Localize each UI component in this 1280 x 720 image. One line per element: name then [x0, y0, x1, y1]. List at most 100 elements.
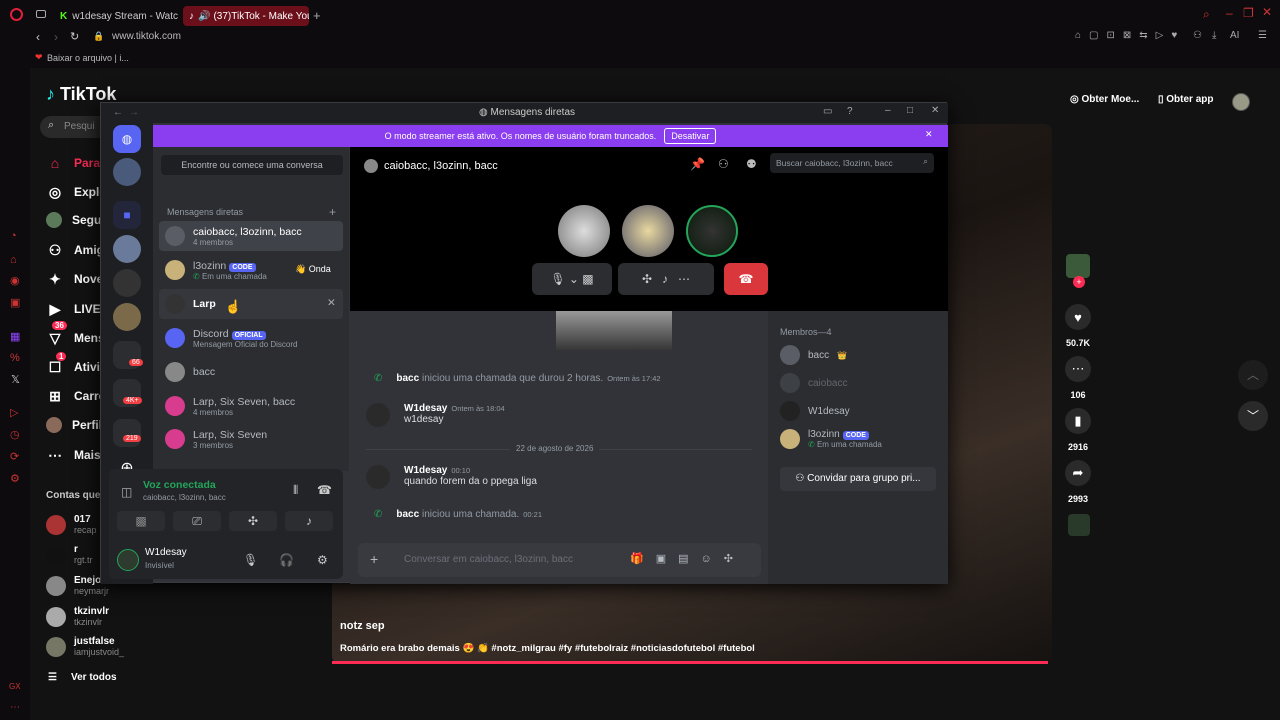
close-dm-icon[interactable]: ✕	[327, 297, 336, 309]
guild-folder[interactable]	[113, 419, 141, 447]
menu-icon[interactable]: ☰	[1258, 30, 1267, 41]
account-item[interactable]: justfalse iamjustvoid_	[46, 636, 124, 658]
folder-icon[interactable]: ■	[113, 201, 141, 229]
participant-avatar[interactable]	[558, 205, 610, 257]
camera-button[interactable]: ▩	[117, 511, 165, 531]
video-author[interactable]: notz sep	[340, 620, 385, 632]
opera-logo-icon[interactable]	[10, 8, 23, 21]
dm-item[interactable]: Discord OFICIAL Mensagem Oficial do Discor…	[159, 323, 343, 353]
scroll-down-button[interactable]: ﹀	[1238, 401, 1268, 431]
tab-stream[interactable]: K w1desay Stream - Watch L	[54, 6, 178, 26]
dm-item[interactable]: Larp ✕	[159, 289, 343, 319]
message-author[interactable]: W1desay	[404, 403, 447, 414]
gx-icon[interactable]: GX	[9, 682, 21, 691]
avatar[interactable]	[366, 403, 390, 427]
download-icon[interactable]: ⤓	[1212, 30, 1216, 41]
close-icon[interactable]: ✕	[931, 105, 939, 116]
minimize-icon[interactable]: –	[885, 105, 891, 116]
nav-explore[interactable]: ◎ Explo	[46, 183, 107, 201]
share-button[interactable]: ➦	[1065, 460, 1091, 486]
get-app-button[interactable]: ▯ Obter app	[1158, 94, 1214, 112]
mic-icon[interactable]: 🎙	[243, 553, 258, 567]
sidebar-icon-1[interactable]: ◔	[10, 230, 17, 242]
back-icon[interactable]: ‹	[36, 30, 40, 44]
voice-channel[interactable]: caiobacc, l3ozinn, bacc	[143, 493, 226, 502]
video-progress[interactable]	[332, 661, 1048, 664]
search-tabs-icon[interactable]: ⌕	[1203, 7, 1210, 22]
x-icon[interactable]: 𝕏	[11, 373, 20, 386]
message-author[interactable]: W1desay	[404, 465, 447, 476]
screen-share-button[interactable]: ⎚	[173, 511, 221, 531]
guild-icon[interactable]	[113, 235, 141, 263]
nav-for-you[interactable]: ⌂ Para	[46, 154, 100, 172]
like-button[interactable]: ♥	[1065, 304, 1091, 330]
sidebar-icon-2[interactable]: ⌂	[10, 254, 17, 266]
more-sidebar-icon[interactable]: ⋯	[10, 702, 20, 713]
member-item[interactable]: bacc 👑	[780, 345, 847, 365]
wave-button[interactable]: 👋 Onda	[287, 261, 339, 278]
tab-tiktok[interactable]: ♪ 🔊 (37)TikTok - Make Your	[183, 6, 309, 26]
sidebar-icon-3[interactable]: ◉	[10, 274, 20, 287]
pin-icon[interactable]: 📌	[690, 157, 705, 171]
image-attachment[interactable]	[556, 311, 672, 351]
invite-button[interactable]: ⚇ Convidar para grupo pri...	[780, 467, 936, 491]
guild-icon[interactable]	[113, 269, 141, 297]
close-window-icon[interactable]: ✕	[1262, 5, 1272, 19]
sidebar-icon-4[interactable]: ▣	[10, 296, 20, 309]
close-banner-icon[interactable]: ✕	[925, 129, 933, 140]
ai-icon[interactable]: AI	[1230, 30, 1239, 41]
guild-icon[interactable]	[113, 303, 141, 331]
help-icon[interactable]: ?	[847, 106, 853, 117]
see-all-link[interactable]: ☰ Ver todos	[48, 672, 117, 683]
user-avatar[interactable]	[117, 549, 139, 571]
nav-live[interactable]: ▶ LIVE	[46, 300, 101, 318]
new-tab-button[interactable]: +	[313, 8, 321, 23]
guild-icon[interactable]	[113, 158, 141, 186]
leave-call-button[interactable]: ☎	[724, 263, 768, 295]
bookmark-item[interactable]: Baixar o arquivo | i...	[47, 53, 129, 63]
sidebar-icon-9[interactable]: ◷	[10, 428, 20, 441]
nav-profile[interactable]: Perfil	[46, 417, 102, 433]
activities-button[interactable]: ✣	[229, 511, 277, 531]
message-author[interactable]: bacc	[396, 373, 419, 384]
save-button[interactable]: ▮	[1065, 408, 1091, 434]
minimize-icon[interactable]: –	[1226, 6, 1233, 20]
sidebar-icon-10[interactable]: ⟳	[10, 450, 19, 463]
attach-icon[interactable]: +	[370, 551, 378, 567]
participant-avatar[interactable]	[686, 205, 738, 257]
disconnect-icon[interactable]: ☎	[317, 483, 332, 497]
maximize-icon[interactable]: ❐	[1243, 6, 1254, 20]
url-text[interactable]: www.tiktok.com	[112, 31, 181, 42]
forward-icon[interactable]: ›	[54, 30, 58, 44]
comment-button[interactable]: ⋯	[1065, 356, 1091, 382]
activities-button[interactable]: ✣ ♪ ⋯	[618, 263, 714, 295]
settings-icon[interactable]: ⚙	[10, 472, 20, 485]
maximize-icon[interactable]: □	[907, 105, 913, 116]
nav-forward-icon[interactable]: →	[129, 107, 139, 118]
disable-streamer-button[interactable]: Desativar	[664, 128, 717, 144]
nav-friends[interactable]: ⚇ Amig	[46, 241, 104, 259]
composer-icons[interactable]: 🎁▣▤☺✣	[630, 552, 745, 565]
new-dm-icon[interactable]: +	[329, 205, 336, 219]
mic-toggle-button[interactable]: 🎙 ⌄ ▩	[532, 263, 612, 295]
nav-messages[interactable]: ▽ Mens 36	[46, 321, 105, 347]
account-item[interactable]: tkzinvlr tkzinvlr	[46, 606, 109, 628]
music-disc-icon[interactable]	[1068, 514, 1090, 536]
message-composer[interactable]: + Conversar em caiobacc, l3ozinn, bacc 🎁…	[358, 543, 761, 577]
participant-avatar[interactable]	[622, 205, 674, 257]
find-conversation-input[interactable]: Encontre ou comece uma conversa	[161, 155, 343, 175]
twitch-icon[interactable]: ▦	[10, 330, 20, 343]
discord-home-icon[interactable]: ◍	[113, 125, 141, 153]
nav-more[interactable]: ⋯ Mais	[46, 446, 101, 464]
nav-back-icon[interactable]: ←	[113, 107, 123, 118]
add-friends-icon[interactable]: ⚇	[718, 157, 729, 171]
user-avatar[interactable]	[1232, 93, 1250, 111]
sidebar-icon-6[interactable]: %	[10, 352, 20, 364]
avatar[interactable]	[366, 465, 390, 489]
nav-new[interactable]: ✦ Nove	[46, 270, 103, 288]
tab-overview-icon[interactable]	[36, 10, 46, 18]
member-list-icon[interactable]: ⚉	[746, 157, 757, 171]
soundboard-button[interactable]: ♪	[285, 511, 333, 531]
headphones-icon[interactable]: 🎧	[279, 553, 294, 567]
member-item[interactable]: caiobacc	[780, 373, 847, 393]
